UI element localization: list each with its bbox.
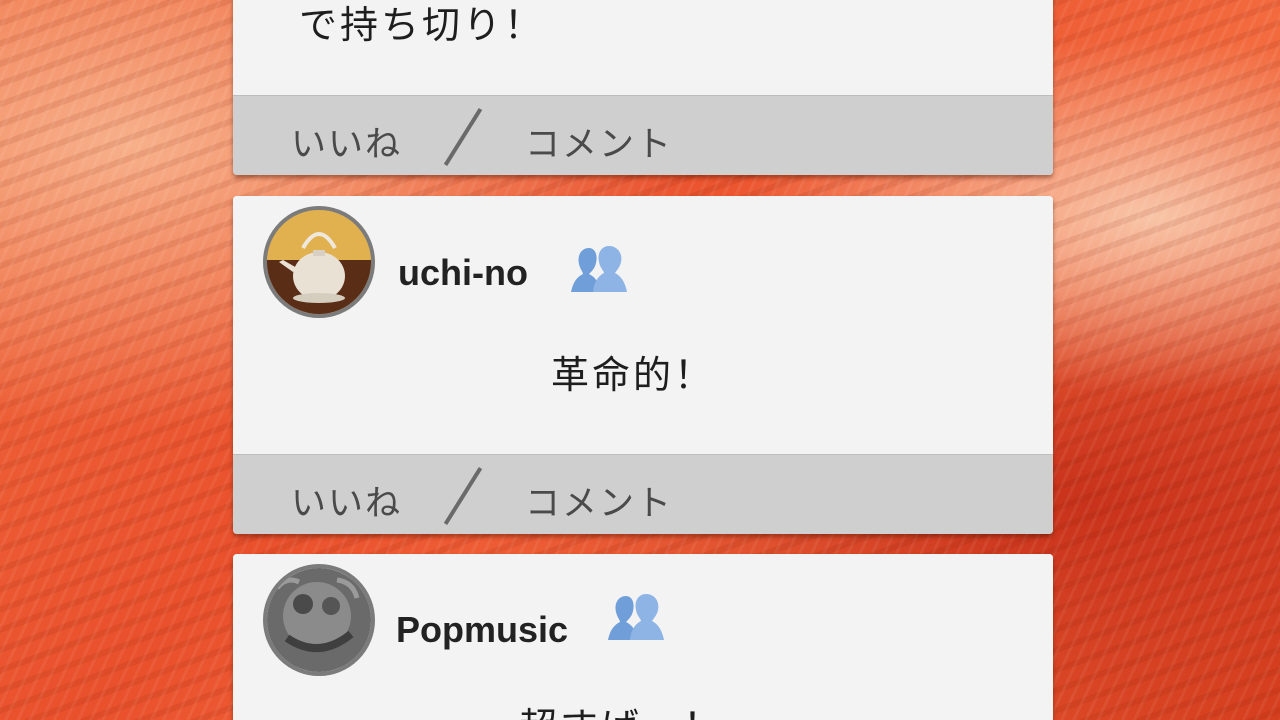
teapot-avatar-image <box>267 210 371 314</box>
statue-avatar[interactable] <box>263 564 375 676</box>
action-divider <box>443 107 483 167</box>
username[interactable]: uchi-no <box>398 252 528 294</box>
post-card: Popmusic 超すば…！ <box>233 554 1053 720</box>
username[interactable]: Popmusic <box>396 609 568 651</box>
friends-icon <box>608 594 664 640</box>
like-button[interactable]: いいね <box>291 116 402 167</box>
post-action-bar: いいね コメント <box>233 454 1053 534</box>
post-body: Popmusic 超すば…！ <box>233 554 1053 720</box>
post-text: 超すば…！ <box>519 696 724 720</box>
friends-icon <box>571 246 627 292</box>
teapot-avatar[interactable] <box>263 206 375 318</box>
post-body: uchi-no 革命的！ <box>233 196 1053 454</box>
action-divider <box>443 466 483 526</box>
post-card: uchi-no 革命的！ いいね コメント <box>233 196 1053 534</box>
post-feed: で持ち切り！ いいね コメント uchi-no 革命的！ いいね コメント Po… <box>233 0 1053 720</box>
post-action-bar: いいね コメント <box>233 95 1053 175</box>
post-text: 革命的！ <box>551 353 716 397</box>
comment-button[interactable]: コメント <box>525 116 673 167</box>
post-body: で持ち切り！ <box>233 0 1053 95</box>
post-text: で持ち切り！ <box>299 3 546 47</box>
comment-button[interactable]: コメント <box>525 475 673 526</box>
like-button[interactable]: いいね <box>291 475 402 526</box>
statue-avatar-image <box>267 568 371 672</box>
post-card: で持ち切り！ いいね コメント <box>233 0 1053 175</box>
